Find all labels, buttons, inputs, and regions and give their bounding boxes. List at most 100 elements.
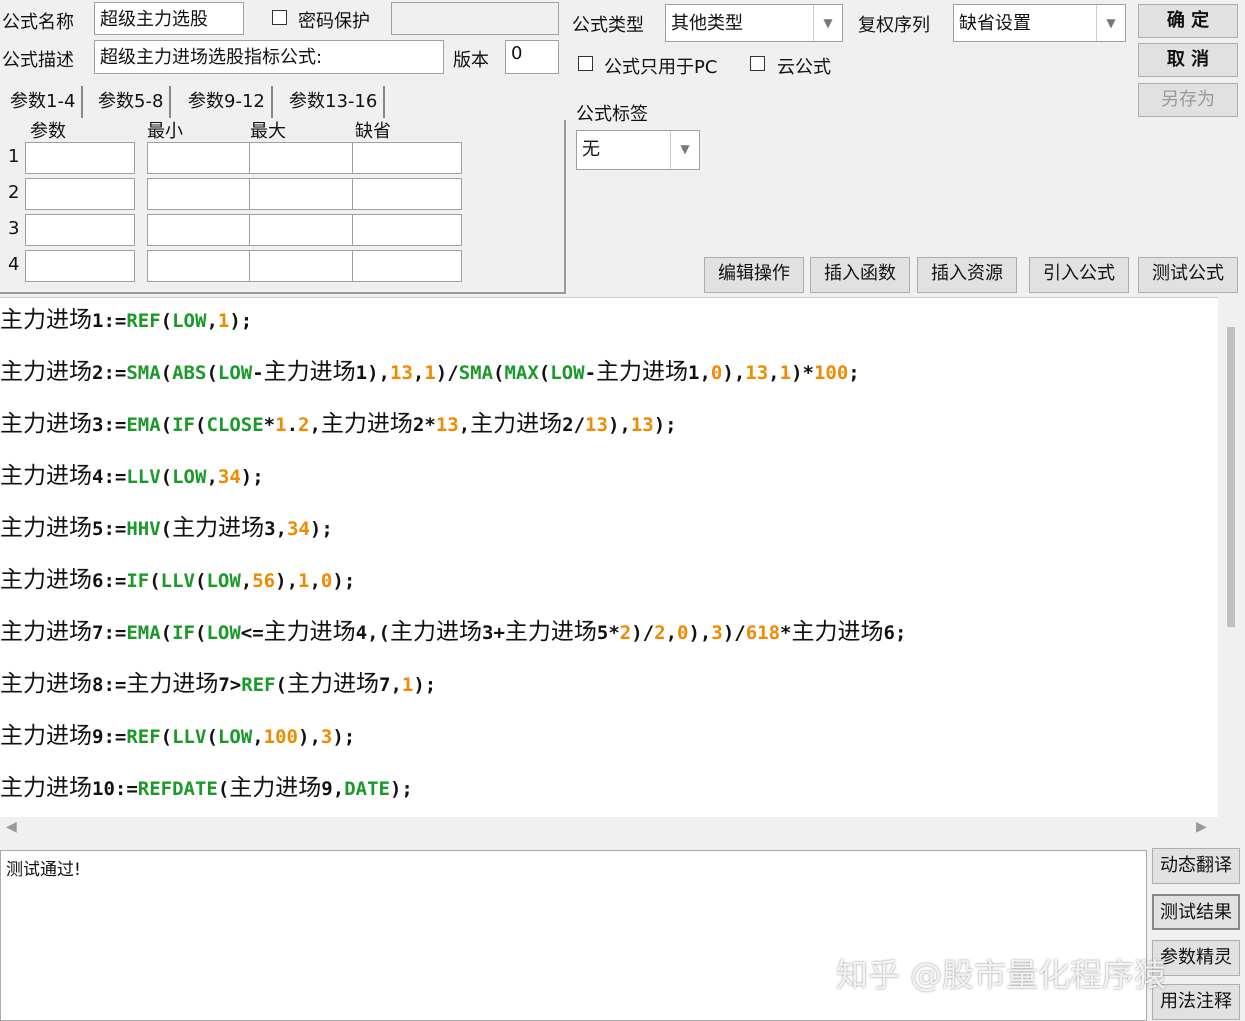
code-line: 主力进场5:=HHV(主力进场3,34); [0, 508, 333, 542]
param-cell-缺省[interactable] [352, 250, 462, 282]
code-token-p: 2:= [92, 362, 127, 384]
param-cell-最大[interactable] [249, 214, 359, 246]
code-token-p: ); [309, 518, 333, 540]
formula-tag-label: 公式标签 [576, 104, 648, 125]
tab-params-9-12[interactable]: 参数9-12 [182, 86, 273, 118]
code-token-n: 主力进场 [0, 775, 92, 801]
formula-desc-input[interactable]: 超级主力进场选股指标公式: [94, 40, 444, 74]
tab-params-5-8[interactable]: 参数5-8 [92, 86, 172, 118]
code-token-p: ), [722, 362, 746, 384]
param-header-default: 缺省 [355, 121, 391, 142]
code-token-f: LOW [206, 570, 241, 592]
formula-type-select[interactable]: 其他类型 ▼ [665, 4, 843, 42]
scroll-left-icon[interactable]: ◀ [6, 819, 17, 835]
code-token-p: , [412, 362, 425, 384]
code-token-n: 主力进场 [0, 723, 92, 749]
code-token-f: CLOSE [206, 414, 264, 436]
code-token-n: 主力进场 [0, 307, 92, 333]
test-result-button[interactable]: 测试结果 [1152, 894, 1240, 930]
code-token-num: 0 [677, 622, 689, 644]
ok-button[interactable]: 确 定 [1138, 4, 1238, 38]
code-token-p: 9:= [92, 726, 127, 748]
code-token-p: ), [607, 414, 631, 436]
watermark: 知乎 @股市量化程序猿 [836, 956, 1167, 994]
code-token-n: 主力进场 [0, 671, 92, 697]
import-formula-button[interactable]: 引入公式 [1029, 257, 1129, 293]
param-row-number: 4 [8, 254, 20, 275]
code-token-p: ( [206, 726, 218, 748]
param-cell-最小[interactable] [147, 142, 257, 174]
insert-resource-button[interactable]: 插入资源 [917, 257, 1017, 293]
code-token-p: ); [332, 570, 356, 592]
param-cell-缺省[interactable] [352, 178, 462, 210]
param-cell-缺省[interactable] [352, 214, 462, 246]
code-token-p: ( [149, 570, 161, 592]
param-cell-最大[interactable] [249, 178, 359, 210]
code-token-n: 主力进场 [390, 619, 482, 645]
code-line: 主力进场2:=SMA(ABS(LOW-主力进场1),13,1)/SMA(MAX(… [0, 352, 860, 386]
param-cell-最小[interactable] [147, 214, 257, 246]
code-editor[interactable]: 主力进场1:=REF(LOW,1); 主力进场2:=SMA(ABS(LOW-主力进… [0, 297, 1218, 818]
tab-params-1-4[interactable]: 参数1-4 [4, 86, 84, 118]
password-input[interactable] [391, 2, 559, 35]
code-token-num: 1 [401, 674, 414, 696]
code-token-n: 主力进场 [0, 359, 92, 385]
param-cell-最大[interactable] [249, 142, 359, 174]
code-token-num: 34 [287, 518, 310, 540]
rights-select[interactable]: 缺省设置 ▼ [953, 4, 1126, 42]
formula-name-input[interactable]: 超级主力选股 [94, 2, 244, 35]
code-token-p: ( [160, 622, 173, 644]
password-checkbox[interactable] [272, 10, 287, 25]
test-formula-button[interactable]: 测试公式 [1138, 257, 1238, 293]
code-token-f: MAX [504, 362, 539, 384]
param-cell-参数[interactable] [25, 250, 135, 282]
dynamic-translate-button[interactable]: 动态翻译 [1152, 848, 1240, 884]
code-token-p: * [263, 414, 276, 436]
code-token-p: ( [195, 414, 207, 436]
param-cell-参数[interactable] [25, 214, 135, 246]
code-token-p: ( [538, 362, 551, 384]
param-header-max: 最大 [250, 121, 286, 142]
vertical-scrollbar[interactable] [1218, 297, 1245, 817]
code-token-p: ( [493, 362, 505, 384]
code-token-p: 8:= [92, 674, 127, 696]
code-token-num: 1 [424, 362, 436, 384]
param-cell-最小[interactable] [147, 178, 257, 210]
tab-params-13-16[interactable]: 参数13-16 [283, 86, 386, 118]
scroll-thumb[interactable] [1227, 327, 1235, 627]
param-header-min: 最小 [147, 121, 183, 142]
chevron-down-icon: ▼ [813, 5, 842, 41]
insert-function-button[interactable]: 插入函数 [810, 257, 910, 293]
code-token-p: ), [688, 622, 712, 644]
param-cell-最大[interactable] [249, 250, 359, 282]
code-token-f: IF [172, 414, 195, 436]
code-token-p: 2/ [562, 414, 586, 436]
formula-tag-select[interactable]: 无 ▼ [576, 130, 700, 170]
param-cell-最小[interactable] [147, 250, 257, 282]
code-token-p: - [584, 362, 597, 384]
edit-operation-button[interactable]: 编辑操作 [704, 257, 804, 293]
code-token-p: , [665, 622, 678, 644]
cancel-button[interactable]: 取 消 [1138, 43, 1238, 77]
version-input[interactable]: 0 [505, 40, 559, 74]
formula-desc-label: 公式描述 [2, 50, 74, 71]
code-token-num: 0 [710, 362, 723, 384]
code-token-p: , [240, 570, 253, 592]
param-cell-缺省[interactable] [352, 142, 462, 174]
cloud-checkbox[interactable] [750, 56, 765, 71]
code-token-f: IF [172, 622, 195, 644]
horizontal-scrollbar[interactable]: ◀ ▶ [0, 817, 1218, 841]
param-row-number: 1 [8, 146, 20, 167]
code-token-p: 5* [596, 622, 620, 644]
scroll-right-icon[interactable]: ▶ [1196, 819, 1207, 835]
rights-value: 缺省设置 [959, 13, 1031, 34]
code-token-num: 13 [630, 414, 654, 436]
code-token-n: 主力进场 [126, 671, 219, 697]
param-cell-参数[interactable] [25, 142, 135, 174]
code-token-n: 主力进场 [470, 411, 563, 437]
code-token-n: 主力进场 [0, 619, 92, 645]
code-token-f: SMA [458, 362, 494, 384]
pc-only-checkbox[interactable] [578, 56, 593, 71]
save-as-button[interactable]: 另存为 [1138, 83, 1238, 117]
param-cell-参数[interactable] [25, 178, 135, 210]
